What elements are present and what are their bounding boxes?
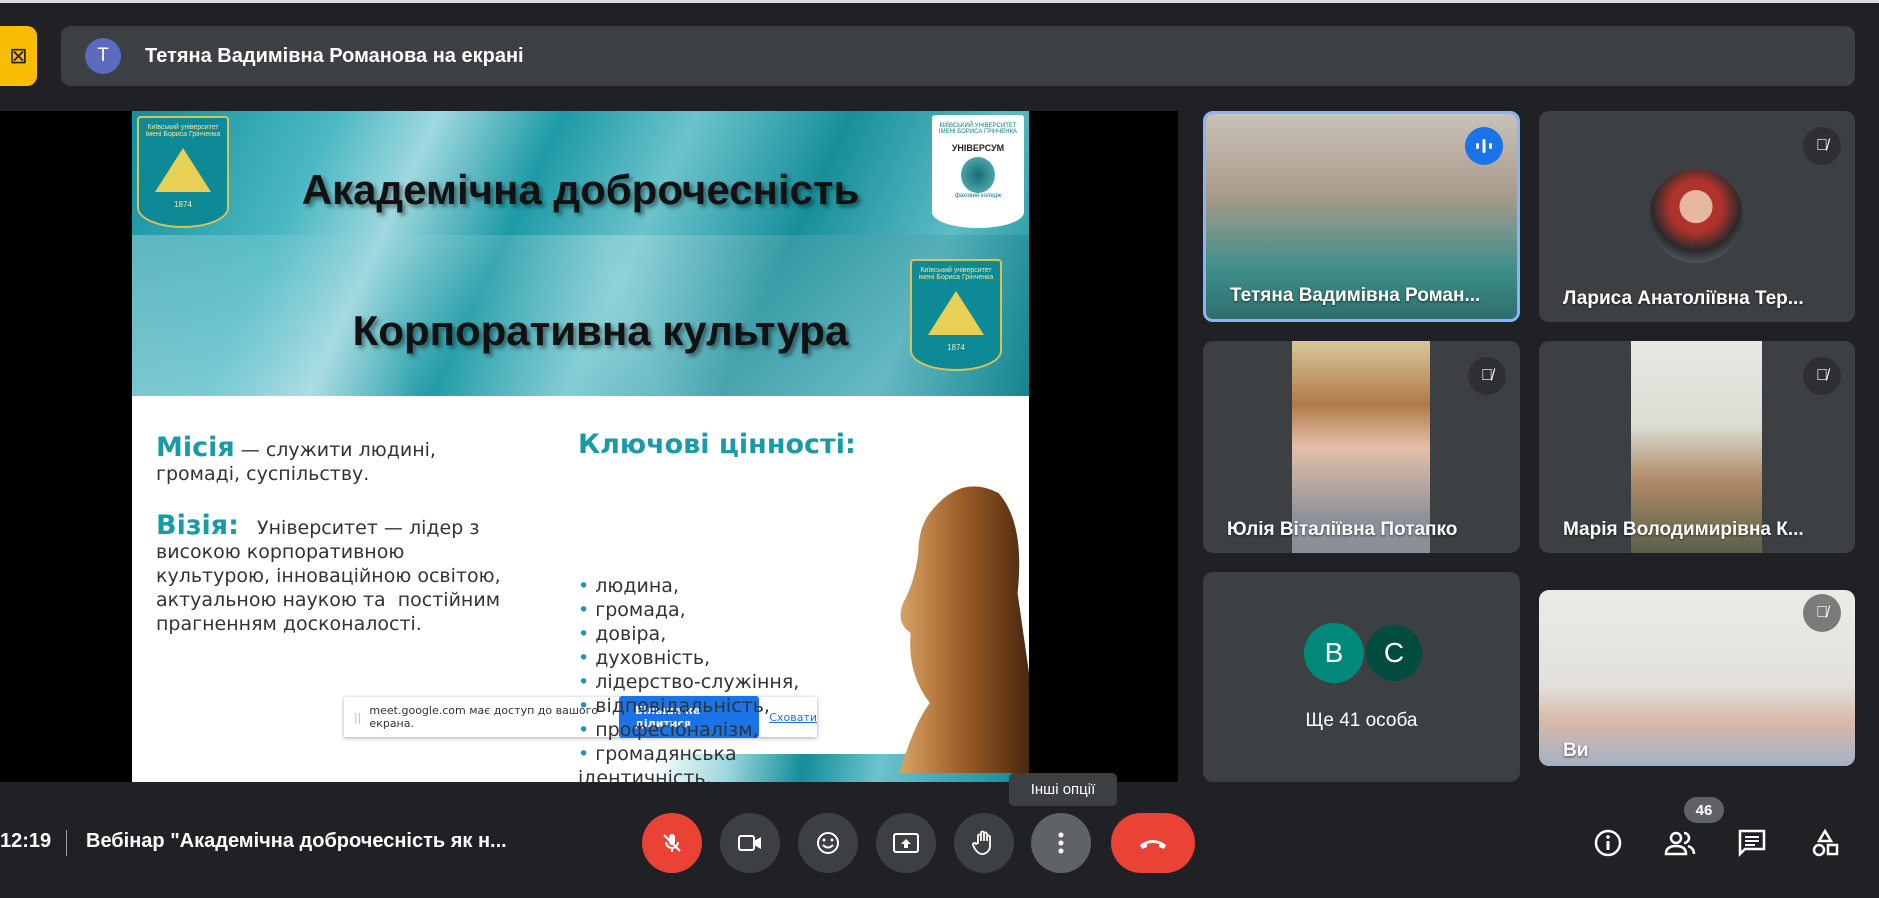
- people-icon: [1664, 831, 1696, 856]
- present-off-icon: ⊠: [9, 43, 28, 68]
- raise-hand-button[interactable]: [954, 813, 1014, 873]
- value-item: • духовність,: [578, 647, 711, 669]
- vision-line: культурою, інноваційною освітою,: [156, 565, 501, 587]
- slide-title: Академічна доброчесність: [301, 166, 860, 213]
- divider: [66, 830, 67, 856]
- reactions-button[interactable]: [798, 813, 858, 873]
- mic-off-icon: 🎙̸: [1468, 357, 1506, 395]
- values-list: • людина, • громада, • довіра, • духовні…: [578, 574, 799, 782]
- present-screen-icon: [893, 833, 919, 853]
- vision-line: Університет — лідер з: [238, 517, 480, 539]
- vision-line: прагненням досконалості.: [156, 613, 422, 635]
- info-icon: [1594, 829, 1622, 857]
- more-options-tooltip: Інші опції: [1009, 773, 1117, 806]
- mission-block: Місія — служити людині, громаді, суспільс…: [156, 434, 436, 486]
- crest-text: Київський університет імені Бориса Грінч…: [145, 124, 221, 138]
- window-top-edge: [0, 0, 1879, 3]
- more-options-button[interactable]: [1031, 813, 1091, 873]
- participant-tile[interactable]: 🎙̸ Юлія Віталіївна Потапко: [1203, 341, 1520, 553]
- participant-tile[interactable]: Тетяна Вадимівна Роман...: [1203, 111, 1520, 322]
- more-vert-icon: [1058, 832, 1064, 854]
- participant-name: Тетяна Вадимівна Роман...: [1230, 285, 1481, 306]
- meeting-details-button[interactable]: [1590, 825, 1626, 861]
- value-item: • лідерство-служіння,: [578, 671, 800, 693]
- presenter-banner: T Тетяна Вадимівна Романова на екрані: [61, 26, 1855, 86]
- more-participants-label: Ще 41 особа: [1305, 710, 1418, 731]
- emoji-icon: [817, 832, 839, 854]
- leave-call-button[interactable]: [1111, 813, 1195, 873]
- more-participants-tile[interactable]: B C Ще 41 особа: [1203, 572, 1520, 782]
- self-name: Ви: [1563, 740, 1589, 761]
- camera-toggle-button[interactable]: [720, 813, 780, 873]
- participant-count-badge: 46: [1684, 797, 1724, 823]
- camera-icon: [738, 835, 761, 851]
- participant-tile[interactable]: 🎙̸ Лариса Анатоліївна Тер...: [1539, 111, 1855, 322]
- participant-name: Юлія Віталіївна Потапко: [1227, 519, 1458, 540]
- value-item: • відповідальність,: [578, 695, 770, 717]
- mic-off-icon: [663, 834, 681, 852]
- value-item: • довіра,: [578, 623, 667, 645]
- microphone-toggle-button[interactable]: [642, 813, 702, 873]
- participant-avatar: B: [1304, 623, 1364, 683]
- people-button[interactable]: [1662, 825, 1698, 861]
- mic-off-icon: 🎙̸: [1803, 594, 1841, 632]
- participant-avatar: [1649, 169, 1743, 263]
- hand-icon: [972, 830, 991, 855]
- mic-off-icon: 🎙̸: [1803, 357, 1841, 395]
- logo2-top: КИЇВСЬКИЙ УНІВЕРСИТЕТ ІМЕНІ БОРИСА ГРІНЧ…: [938, 123, 1018, 135]
- value-item: • професіоналізм,: [578, 719, 759, 741]
- vision-line: високою корпоративною: [156, 541, 405, 563]
- chat-button[interactable]: [1734, 825, 1770, 861]
- value-item: • людина,: [578, 575, 679, 597]
- present-screen-button[interactable]: [876, 813, 936, 873]
- self-tile[interactable]: 🎙̸ Ви: [1539, 590, 1855, 766]
- share-message: meet.google.com має доступ до вашого екр…: [369, 704, 599, 730]
- hang-up-icon: [1140, 840, 1166, 849]
- value-item: • громадянська: [578, 743, 737, 765]
- value-item-tail: ідентичність.: [578, 767, 712, 782]
- participant-tile[interactable]: 🎙̸ Марія Володимирівна К...: [1539, 341, 1855, 553]
- vision-line: актуальною наукою та постійним: [156, 589, 501, 611]
- vision-heading: Візія:: [156, 510, 239, 541]
- shared-slide: Київський університет імені Бориса Грінч…: [132, 111, 1029, 782]
- crest-text: Київський університет імені Бориса Грінч…: [918, 267, 994, 281]
- slide-subtitle: Корпоративна культура: [352, 307, 849, 354]
- mission-text-2: громаді, суспільству.: [156, 463, 370, 485]
- value-item: • громада,: [578, 599, 686, 621]
- speaking-indicator-icon: [1465, 127, 1503, 165]
- meeting-title[interactable]: Вебінар "Академічна доброчесність як н..…: [86, 830, 507, 853]
- chat-icon: [1738, 829, 1766, 858]
- participant-avatar: C: [1364, 623, 1424, 683]
- meeting-clock: 12:19: [0, 830, 52, 852]
- values-heading: Ключові цінності:: [578, 429, 856, 460]
- vision-block: Візія: Університет — лідер з високою корп…: [156, 512, 501, 636]
- bust-image: [899, 486, 1029, 773]
- activities-icon: [1812, 828, 1839, 857]
- mission-heading: Місія: [156, 432, 235, 463]
- mission-text: — служити людині,: [234, 439, 436, 461]
- mic-off-icon: 🎙̸: [1803, 127, 1841, 165]
- activities-button[interactable]: [1807, 825, 1843, 861]
- drag-handle-icon[interactable]: ||: [354, 711, 361, 724]
- logo2-name: УНІВЕРСУМ: [951, 143, 1005, 153]
- participant-name: Лариса Анатоліївна Тер...: [1563, 288, 1804, 309]
- presentation-indicator-button[interactable]: ⊠: [0, 26, 37, 86]
- participant-name: Марія Володимирівна К...: [1563, 519, 1804, 540]
- presenter-avatar: T: [85, 38, 121, 74]
- presenter-banner-text: Тетяна Вадимівна Романова на екрані: [145, 44, 524, 67]
